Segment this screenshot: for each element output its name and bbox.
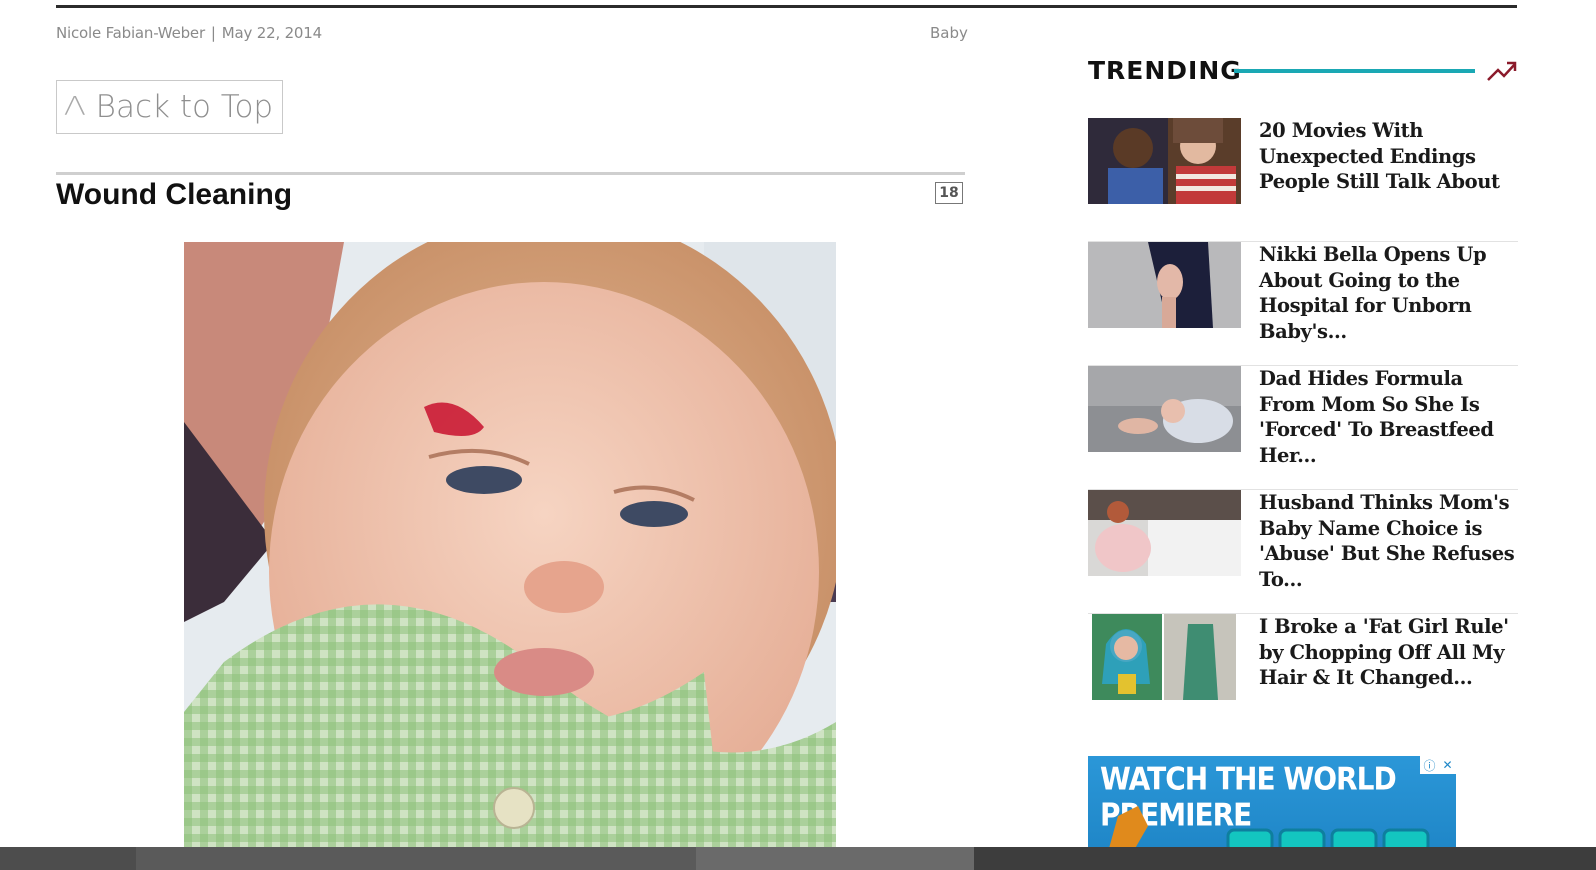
section-divider [56, 172, 965, 175]
toddler-photo-illustration [184, 242, 836, 852]
back-to-top-label: Back to Top [95, 89, 274, 125]
portrait-thumbnail [1088, 242, 1241, 328]
ad-choices[interactable]: ⓘ ✕ [1420, 756, 1456, 774]
trending-item[interactable]: Husband Thinks Mom's Baby Name Choice is… [1088, 490, 1518, 614]
author-name[interactable]: Nicole Fabian-Weber [56, 24, 205, 42]
bottom-bar-segment [974, 847, 1596, 870]
byline-separator: | [210, 24, 216, 42]
trending-item-title[interactable]: Nikki Bella Opens Up About Going to the … [1259, 242, 1517, 344]
byline: Nicole Fabian-Weber | May 22, 2014 [56, 24, 322, 42]
movie-still-thumbnail [1088, 118, 1241, 204]
trending-item-title[interactable]: Husband Thinks Mom's Baby Name Choice is… [1259, 490, 1517, 592]
advertisement[interactable]: WATCH THE WORLD PREMIERE ⓘ ✕ [1088, 756, 1456, 852]
pregnant-woman-thumbnail [1088, 490, 1241, 576]
trending-header: TRENDING [1088, 56, 1518, 88]
trending-list: 20 Movies With Unexpected Endings People… [1088, 118, 1518, 738]
trending-item-title[interactable]: Dad Hides Formula From Mom So She Is 'Fo… [1259, 366, 1517, 468]
bottom-bar-segment [696, 847, 974, 870]
trending-item-title[interactable]: I Broke a 'Fat Girl Rule' by Chopping Of… [1259, 614, 1517, 691]
trending-title: TRENDING [1088, 56, 1242, 85]
trending-thumbnail[interactable] [1088, 118, 1241, 204]
trending-thumbnail[interactable] [1088, 490, 1241, 576]
bottom-sticky-bar [0, 847, 1596, 870]
caret-up-icon: Λ [63, 92, 86, 122]
category-link[interactable]: Baby [930, 24, 968, 42]
trending-item[interactable]: Nikki Bella Opens Up About Going to the … [1088, 242, 1518, 366]
trending-item-title[interactable]: 20 Movies With Unexpected Endings People… [1259, 118, 1517, 195]
trending-thumbnail[interactable] [1088, 614, 1241, 700]
trending-item[interactable]: I Broke a 'Fat Girl Rule' by Chopping Of… [1088, 614, 1518, 738]
trending-item[interactable]: 20 Movies With Unexpected Endings People… [1088, 118, 1518, 242]
trending-item[interactable]: Dad Hides Formula From Mom So She Is 'Fo… [1088, 366, 1518, 490]
trending-up-icon [1487, 61, 1517, 81]
trending-accent-line [1234, 69, 1475, 73]
info-icon[interactable]: ⓘ [1423, 757, 1435, 774]
bottom-bar-segment [0, 847, 136, 870]
trending-thumbnail[interactable] [1088, 242, 1241, 328]
slide-number-badge: 18 [935, 182, 963, 204]
baby-feeding-thumbnail [1088, 366, 1241, 452]
close-icon[interactable]: ✕ [1442, 758, 1452, 772]
publish-date: May 22, 2014 [221, 24, 322, 42]
ad-artwork [1108, 806, 1430, 852]
top-divider [56, 5, 1517, 8]
slide-photo [184, 242, 836, 852]
back-to-top-button[interactable]: Λ Back to Top [56, 80, 283, 134]
trending-thumbnail[interactable] [1088, 366, 1241, 452]
hair-change-thumbnail [1088, 614, 1241, 700]
slide-title: Wound Cleaning [56, 178, 293, 211]
